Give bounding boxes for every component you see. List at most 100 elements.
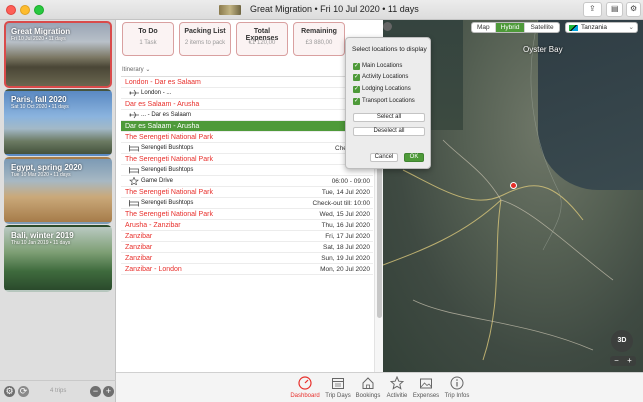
checkbox-label: Main Locations bbox=[362, 63, 403, 69]
info-icon bbox=[450, 376, 464, 390]
trip-card-egypt[interactable]: Egypt, spring 2020 Tue 10 Mar 2020 • 11 … bbox=[4, 157, 112, 224]
tab-label: Trip Infos bbox=[444, 393, 470, 399]
checkbox-label: Transport Locations bbox=[362, 98, 415, 104]
itinerary-dropdown[interactable]: Itinerary ⌄ bbox=[122, 66, 150, 73]
deselect-all-button[interactable]: Deselect all bbox=[353, 127, 425, 136]
remaining-card[interactable]: Remaining £3 880,00 bbox=[293, 22, 345, 56]
itinerary-item-row[interactable]: London - ...2 bbox=[121, 88, 373, 99]
trip-date: Fri 10 Jul 2020 • 11 days bbox=[11, 36, 66, 42]
row-title: Serengeti Bushtops bbox=[141, 200, 194, 206]
itinerary-item-row[interactable]: Game Drive 06:00 - 09:00 bbox=[121, 176, 373, 187]
trip-name: Great Migration bbox=[11, 27, 71, 36]
plane-icon bbox=[129, 111, 139, 119]
minimize-window-button[interactable] bbox=[20, 5, 30, 15]
zoom-out-button[interactable]: − bbox=[614, 356, 619, 366]
trip-sidebar: Great Migration Fri 10 Jul 2020 • 11 day… bbox=[0, 20, 116, 402]
zoom-in-button[interactable]: + bbox=[627, 356, 632, 366]
star-icon bbox=[390, 376, 404, 390]
tab-trip-infos[interactable]: Trip Infos bbox=[439, 375, 475, 401]
row-detail: Sun, 19 Jul 2020 bbox=[321, 255, 370, 262]
itinerary-day-row[interactable]: Arusha - Zanzibar Thu, 16 Jul 2020 bbox=[121, 220, 373, 231]
map-mode-map[interactable]: Map bbox=[472, 23, 496, 32]
expenses-value: €1 120,00 bbox=[248, 40, 276, 46]
remove-trip-button[interactable]: − bbox=[90, 386, 101, 397]
itinerary-item-row[interactable]: Serengeti Bushtops Check-out till: 10:00 bbox=[121, 198, 373, 209]
map-mode-satellite[interactable]: Satellite bbox=[525, 23, 558, 32]
itinerary-day-row[interactable]: Zanzibar Sat, 18 Jul 2020 bbox=[121, 242, 373, 253]
bottom-tab-bar: Dashboard Trip Days Bookings Activitie E… bbox=[116, 372, 643, 402]
gear-icon[interactable]: ⚙ bbox=[4, 386, 15, 397]
itinerary-day-row[interactable]: Dar es Salaam - ArushaSat, 11 bbox=[121, 99, 373, 110]
share-button[interactable]: ⇪ bbox=[583, 2, 602, 17]
trip-thumbnail bbox=[219, 5, 241, 15]
country-name: Tanzania bbox=[581, 24, 608, 31]
row-title: Serengeti Bushtops bbox=[141, 167, 194, 173]
row-title: Zanzibar - London bbox=[125, 266, 182, 273]
trip-card-great-migration[interactable]: Great Migration Fri 10 Jul 2020 • 11 day… bbox=[4, 21, 112, 88]
tanzania-flag-icon bbox=[569, 25, 578, 31]
row-title: The Serengeti National Park bbox=[125, 156, 213, 163]
ok-button[interactable]: OK bbox=[404, 153, 424, 162]
trip-name: Bali, winter 2019 bbox=[11, 231, 74, 240]
map-mode-hybrid[interactable]: Hybrid bbox=[495, 23, 526, 32]
row-detail: Fri, 17 Jul 2020 bbox=[325, 233, 370, 240]
row-detail: Thu, 16 Jul 2020 bbox=[321, 222, 370, 229]
itinerary-day-row[interactable]: The Serengeti National Park Wed, 15 Jul 2… bbox=[121, 209, 373, 220]
calendar-icon bbox=[332, 378, 344, 389]
gear-icon: ⚙ bbox=[630, 4, 638, 13]
dashboard-panel: To Do 1 Task Packing List 2 items to pac… bbox=[116, 20, 383, 380]
settings-button[interactable]: ⚙ bbox=[626, 2, 641, 17]
row-title: Serengeti Bushtops bbox=[141, 145, 194, 151]
itinerary-day-row[interactable]: The Serengeti National ParkMon, 13 bbox=[121, 154, 373, 165]
window-title: Great Migration • Fri 10 Jul 2020 • 11 d… bbox=[250, 4, 419, 14]
todo-card[interactable]: To Do 1 Task bbox=[122, 22, 174, 56]
add-trip-button[interactable]: + bbox=[103, 386, 114, 397]
location-pin-icon[interactable] bbox=[510, 182, 517, 189]
checkbox-label: Activity Locations bbox=[362, 74, 409, 80]
row-detail: Mon, 20 Jul 2020 bbox=[320, 266, 370, 273]
expenses-card[interactable]: Total Expenses €1 120,00 bbox=[236, 22, 288, 56]
row-title: Dar es Salaam - Arusha bbox=[125, 123, 200, 130]
row-detail: Check-out till: 10:00 bbox=[312, 200, 370, 207]
row-title: London - ... bbox=[141, 90, 172, 96]
export-button[interactable]: ▤ bbox=[606, 2, 623, 17]
row-title: The Serengeti National Park bbox=[125, 189, 213, 196]
cancel-button[interactable]: Cancel bbox=[370, 153, 398, 162]
map-3d-compass[interactable]: 3D bbox=[611, 330, 633, 352]
map-filter-icon[interactable] bbox=[383, 22, 392, 31]
country-selector[interactable]: Tanzania ⌄ bbox=[565, 22, 638, 33]
itinerary-day-row[interactable]: London - Dar es SalaamFri, 10 bbox=[121, 77, 373, 88]
itinerary-selected-row[interactable]: Dar es Salaam - Arusha bbox=[121, 121, 373, 132]
itinerary-day-row[interactable]: Zanzibar - London Mon, 20 Jul 2020 bbox=[121, 264, 373, 275]
close-window-button[interactable] bbox=[6, 5, 16, 15]
itinerary-day-row[interactable]: Zanzibar Sun, 19 Jul 2020 bbox=[121, 253, 373, 264]
map-mode-selector[interactable]: Map Hybrid Satellite bbox=[471, 22, 560, 33]
row-title: The Serengeti National Park bbox=[125, 211, 213, 218]
trip-date: Sat 10 Oct 2020 • 11 days bbox=[11, 104, 69, 110]
house-icon bbox=[362, 377, 374, 389]
row-title: Zanzibar bbox=[125, 233, 153, 240]
zoom-window-button[interactable] bbox=[34, 5, 44, 15]
trip-date: Tue 10 Mar 2020 • 11 days bbox=[11, 172, 71, 178]
itinerary-day-row[interactable]: Zanzibar Fri, 17 Jul 2020 bbox=[121, 231, 373, 242]
bed-icon bbox=[129, 144, 139, 152]
row-title: Game Drive bbox=[141, 178, 174, 184]
trip-card-bali[interactable]: Bali, winter 2019 Thu 10 Jan 2019 • 11 d… bbox=[4, 225, 112, 292]
itinerary-day-row[interactable]: The Serengeti National ParkSun, 12 bbox=[121, 132, 373, 143]
trip-card-paris[interactable]: Paris, fall 2020 Sat 10 Oct 2020 • 11 da… bbox=[4, 89, 112, 156]
tab-dashboard[interactable]: Dashboard bbox=[287, 375, 323, 401]
row-title: London - Dar es Salaam bbox=[125, 79, 201, 86]
itinerary-day-row[interactable]: The Serengeti National Park Tue, 14 Jul 2… bbox=[121, 187, 373, 198]
packing-value: 2 items to pack bbox=[184, 40, 226, 46]
packing-card[interactable]: Packing List 2 items to pack bbox=[179, 22, 231, 56]
itinerary-item-row[interactable]: Serengeti BushtopsCheck-in fro bbox=[121, 143, 373, 154]
remaining-label: Remaining bbox=[301, 28, 337, 35]
itinerary-item-row[interactable]: ... - Dar es Salaam2 bbox=[121, 110, 373, 121]
map-zoom-control[interactable]: − + bbox=[610, 356, 636, 366]
checkbox-label: Lodging Locations bbox=[362, 86, 411, 92]
sync-icon[interactable]: ⟳ bbox=[18, 386, 29, 397]
itinerary-item-row[interactable]: Serengeti Bushtops bbox=[121, 165, 373, 176]
itinerary-label: Itinerary bbox=[122, 67, 144, 73]
select-all-button[interactable]: Select all bbox=[353, 113, 425, 122]
row-detail: Tue, 14 Jul 2020 bbox=[321, 189, 370, 196]
